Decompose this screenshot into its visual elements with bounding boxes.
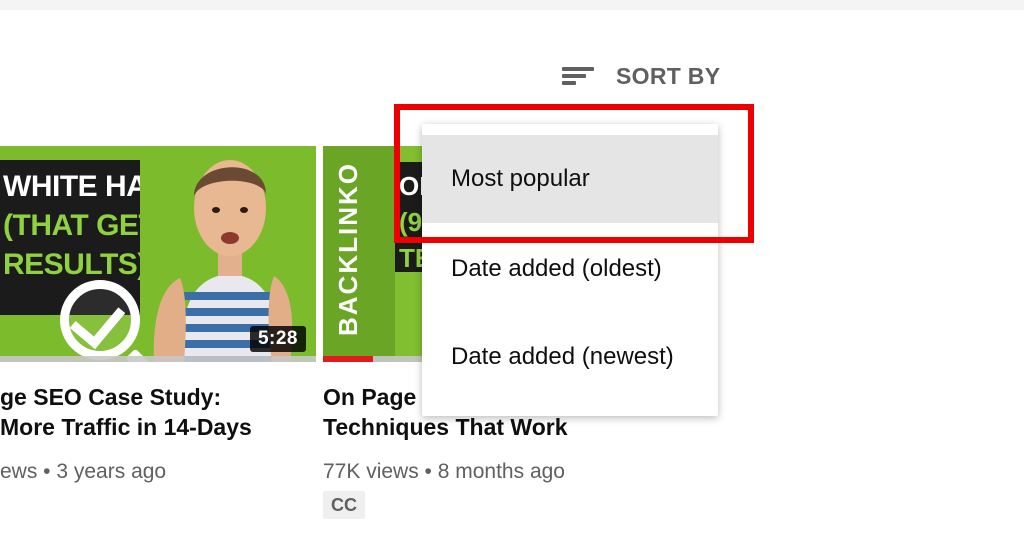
top-bar (0, 0, 1024, 10)
watch-progress-track (0, 356, 316, 362)
video-title[interactable]: On Page (323, 382, 416, 412)
menu-item-label: Date added (oldest) (451, 255, 662, 282)
cc-badge: CC (323, 491, 365, 519)
brand-logo-text: BACKLINKO (333, 162, 363, 336)
menu-item-date-newest[interactable]: Date added (newest) (422, 313, 718, 401)
magnifier-check-icon (60, 280, 167, 362)
video-title[interactable]: More Traffic in 14-Days (0, 412, 252, 442)
video-title[interactable]: ge SEO Case Study: (0, 382, 221, 412)
sort-by-button[interactable]: SORT BY (560, 58, 720, 94)
highlight-annotation (394, 104, 754, 243)
thumbnail-text: RESULTS) (3, 248, 147, 281)
menu-item-label: Date added (newest) (451, 343, 674, 370)
video-meta: 77K views • 8 months ago (323, 460, 565, 483)
video-title[interactable]: Techniques That Work (323, 412, 568, 442)
video-meta: ews • 3 years ago (0, 460, 167, 483)
watch-progress-fill (323, 356, 374, 362)
sort-lines-icon (560, 64, 596, 88)
sort-by-label: SORT BY (616, 62, 721, 89)
duration-badge: 5:28 (249, 326, 306, 352)
video-thumbnail[interactable]: WHITE HAT SEO (THAT GETS RESULTS) 5:28 (0, 146, 316, 362)
